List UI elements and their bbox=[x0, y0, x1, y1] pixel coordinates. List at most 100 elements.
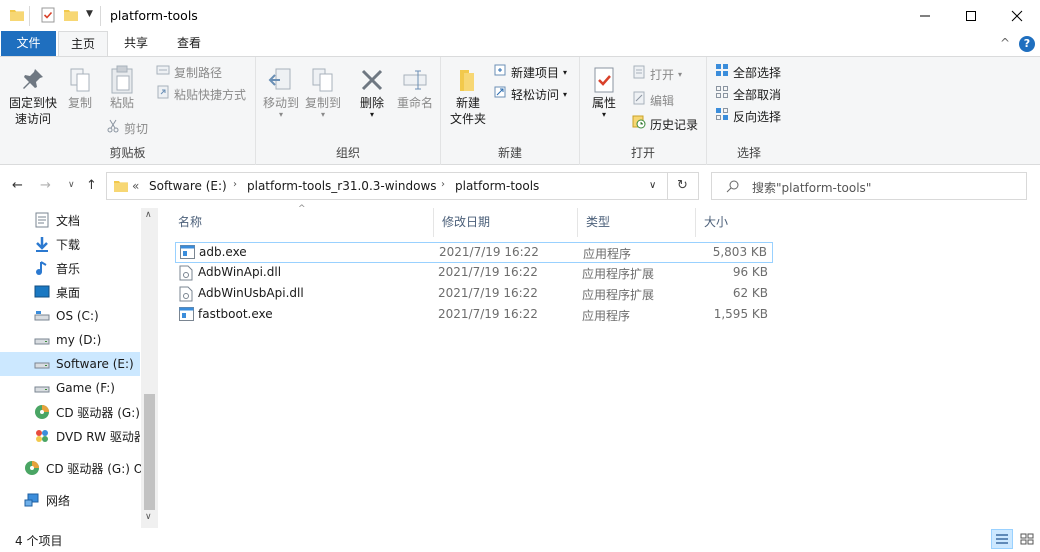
invert-selection-button[interactable]: 反向选择 bbox=[715, 107, 781, 127]
pin-icon bbox=[4, 67, 62, 95]
large-icons-view-button[interactable] bbox=[1016, 529, 1038, 549]
breadcrumb-item[interactable]: platform-tools bbox=[455, 179, 539, 193]
nav-item-drive-d[interactable]: my (D:) bbox=[0, 328, 140, 352]
pin-quick-access-button[interactable]: 固定到快 速访问 bbox=[4, 67, 62, 127]
nav-item-drive-e[interactable]: Software (E:) bbox=[0, 352, 140, 376]
new-folder-icon bbox=[445, 67, 491, 95]
table-row[interactable]: AdbWinUsbApi.dll 2021/7/19 16:22 应用程序扩展 … bbox=[175, 284, 773, 305]
edit-icon bbox=[632, 91, 646, 111]
nav-item-cd-drive-root[interactable]: CD 驱动器 (G:) O bbox=[0, 456, 141, 480]
edit-label: 编辑 bbox=[650, 94, 675, 108]
help-icon[interactable]: ? bbox=[1019, 36, 1035, 52]
table-row[interactable]: fastboot.exe 2021/7/19 16:22 应用程序 1,595 … bbox=[175, 305, 773, 326]
paste-shortcut-button[interactable]: 粘贴快捷方式 bbox=[156, 85, 246, 105]
copy-to-button[interactable]: 复制到 ▾ bbox=[302, 67, 344, 119]
nav-item-music[interactable]: 音乐 bbox=[0, 256, 140, 280]
delete-x-icon bbox=[354, 67, 390, 95]
cd-icon bbox=[24, 460, 40, 476]
nav-label: 音乐 bbox=[56, 261, 81, 276]
file-type: 应用程序 bbox=[582, 309, 631, 323]
breadcrumb-overflow[interactable]: « bbox=[132, 179, 139, 193]
back-arrow-icon[interactable]: ← bbox=[12, 178, 23, 193]
select-none-button[interactable]: 全部取消 bbox=[715, 85, 781, 105]
customize-quick-access-icon[interactable]: ▼ bbox=[86, 9, 93, 27]
recent-locations-chevron-icon[interactable]: ∨ bbox=[68, 180, 75, 190]
exe-file-icon bbox=[180, 245, 195, 262]
nav-item-drive-f[interactable]: Game (F:) bbox=[0, 376, 140, 400]
maximize-button[interactable] bbox=[948, 0, 994, 31]
tab-home[interactable]: 主页 bbox=[58, 31, 108, 57]
edit-button[interactable]: 编辑 bbox=[632, 91, 674, 111]
tab-view[interactable]: 查看 bbox=[164, 31, 214, 56]
rename-button[interactable]: 重命名 bbox=[394, 67, 436, 111]
tab-share[interactable]: 共享 bbox=[112, 31, 160, 56]
select-all-label: 全部选择 bbox=[733, 66, 782, 80]
exe-file-icon bbox=[179, 307, 194, 324]
minimize-button[interactable] bbox=[902, 0, 948, 31]
nav-item-drive-c[interactable]: OS (C:) bbox=[0, 304, 140, 328]
copy-button[interactable]: 复制 bbox=[63, 67, 97, 111]
properties-button[interactable]: 属性 ▾ bbox=[586, 67, 622, 119]
open-button[interactable]: 打开 ▾ bbox=[632, 65, 682, 85]
nav-item-desktop[interactable]: 桌面 bbox=[0, 280, 140, 304]
new-folder-label-2: 文件夹 bbox=[449, 112, 486, 126]
move-to-icon bbox=[260, 67, 302, 95]
column-header-size[interactable]: 大小 bbox=[696, 208, 774, 237]
nav-label: Game (F:) bbox=[56, 381, 115, 395]
easy-access-button[interactable]: 轻松访问 ▾ bbox=[493, 85, 567, 105]
nav-item-dvd-drive[interactable]: DVD RW 驱动器 bbox=[0, 424, 140, 448]
breadcrumb-item[interactable]: platform-tools_r31.0.3-windows bbox=[247, 179, 437, 193]
table-row[interactable]: AdbWinApi.dll 2021/7/19 16:22 应用程序扩展 96 … bbox=[175, 263, 773, 284]
new-item-button[interactable]: 新建项目 ▾ bbox=[493, 63, 567, 83]
scroll-up-icon[interactable]: ∧ bbox=[145, 210, 152, 220]
forward-arrow-icon[interactable]: → bbox=[40, 178, 51, 193]
properties-quick-icon[interactable] bbox=[40, 7, 56, 25]
column-header-name[interactable]: 名称 bbox=[170, 208, 434, 237]
search-box[interactable]: 搜索"platform-tools" bbox=[711, 172, 1027, 200]
refresh-button[interactable]: ↻ bbox=[668, 172, 699, 200]
column-header-type[interactable]: 类型 bbox=[578, 208, 696, 237]
paste-button[interactable]: 粘贴 bbox=[104, 65, 140, 111]
nav-item-cd-drive[interactable]: CD 驱动器 (G:) O bbox=[0, 400, 140, 424]
details-view-button[interactable] bbox=[991, 529, 1013, 549]
table-row[interactable]: adb.exe 2021/7/19 16:22 应用程序 5,803 KB bbox=[175, 242, 773, 263]
up-arrow-icon[interactable]: ↑ bbox=[86, 178, 97, 193]
nav-label: OS (C:) bbox=[56, 309, 99, 323]
document-icon bbox=[34, 212, 50, 228]
nav-item-downloads[interactable]: 下载 bbox=[0, 232, 140, 256]
new-group-label: 新建 bbox=[497, 146, 522, 160]
collapse-ribbon-icon[interactable]: ^ bbox=[1000, 36, 1010, 50]
address-dropdown-icon[interactable]: ∨ bbox=[649, 180, 656, 191]
breadcrumb-item[interactable]: Software (E:) bbox=[149, 179, 227, 193]
nav-label: 下载 bbox=[56, 237, 81, 252]
scroll-down-icon[interactable]: ∨ bbox=[145, 512, 152, 522]
nav-item-documents[interactable]: 文档 bbox=[0, 208, 140, 232]
tab-file[interactable]: 文件 bbox=[1, 31, 56, 56]
new-folder-label-1: 新建 bbox=[455, 96, 480, 110]
breadcrumb-separator-icon[interactable]: › bbox=[233, 179, 237, 190]
address-bar[interactable]: « Software (E:) › platform-tools_r31.0.3… bbox=[106, 172, 668, 200]
clipboard-group: 固定到快 速访问 复制 粘贴 复制路径 粘贴快捷方式 剪切 剪贴板 bbox=[0, 57, 256, 165]
column-header-date[interactable]: 修改日期 bbox=[434, 208, 578, 237]
new-folder-quick-icon[interactable] bbox=[63, 7, 79, 25]
history-button[interactable]: 历史记录 bbox=[632, 115, 698, 135]
new-item-dropdown-icon: ▾ bbox=[563, 68, 568, 77]
select-none-icon bbox=[715, 85, 729, 105]
navigation-scrollbar[interactable]: ∧ ∨ bbox=[141, 208, 158, 528]
copy-path-button[interactable]: 复制路径 bbox=[156, 63, 222, 83]
details-view-icon bbox=[996, 534, 1008, 544]
new-folder-button[interactable]: 新建 文件夹 bbox=[445, 67, 491, 127]
delete-button[interactable]: 删除 ▾ bbox=[354, 67, 390, 119]
move-to-button[interactable]: 移动到 ▾ bbox=[260, 67, 302, 119]
scrollbar-thumb[interactable] bbox=[144, 394, 155, 510]
organize-group: 移动到 ▾ 复制到 ▾ 删除 ▾ 重命名 组织 bbox=[256, 57, 441, 165]
rename-label: 重命名 bbox=[396, 96, 433, 110]
select-all-button[interactable]: 全部选择 bbox=[715, 63, 781, 83]
close-button[interactable] bbox=[994, 0, 1040, 31]
cut-button[interactable]: 剪切 bbox=[106, 119, 148, 139]
nav-item-network[interactable]: 网络 bbox=[0, 488, 140, 512]
network-icon bbox=[24, 492, 40, 508]
breadcrumb-separator-icon[interactable]: › bbox=[441, 179, 445, 190]
properties-dropdown-icon: ▾ bbox=[601, 110, 606, 119]
search-input[interactable]: 搜索"platform-tools" bbox=[752, 179, 871, 196]
